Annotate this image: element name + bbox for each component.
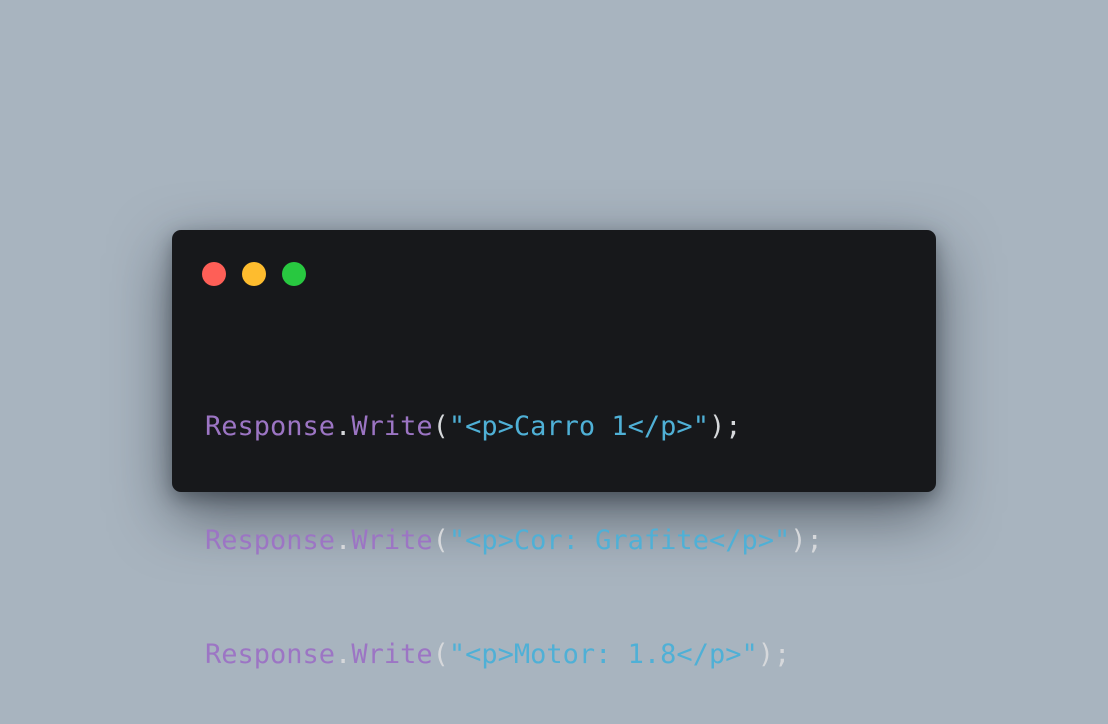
- code-string: "<p>Motor: 1.8</p>": [448, 639, 758, 670]
- code-block: Response.Write("<p>Carro 1</p>"); Respon…: [205, 332, 823, 724]
- code-open-paren: (: [432, 639, 449, 670]
- code-object: Response: [205, 639, 336, 670]
- code-close: );: [757, 639, 791, 670]
- close-dot-icon[interactable]: [202, 262, 226, 286]
- code-close: );: [708, 411, 742, 442]
- code-string: "<p>Carro 1</p>": [448, 411, 709, 442]
- code-close: );: [790, 525, 823, 556]
- minimize-dot-icon[interactable]: [242, 262, 266, 286]
- code-dot: .: [335, 411, 352, 442]
- code-dot: .: [335, 525, 352, 556]
- code-object: Response: [205, 411, 336, 442]
- code-method: Write: [351, 411, 433, 442]
- code-window: Response.Write("<p>Carro 1</p>"); Respon…: [172, 230, 936, 670]
- code-line: Response.Write("<p>Motor: 1.8</p>");: [205, 636, 823, 674]
- code-method: Write: [351, 639, 433, 670]
- code-line: Response.Write("<p>Carro 1</p>");: [205, 408, 823, 446]
- code-dot: .: [335, 639, 352, 670]
- window-controls: [202, 262, 306, 286]
- code-line: Response.Write("<p>Cor: Grafite</p>");: [205, 522, 823, 560]
- code-object: Response: [205, 525, 336, 556]
- code-open-paren: (: [432, 411, 449, 442]
- code-open-paren: (: [432, 525, 449, 556]
- code-string: "<p>Cor: Grafite</p>": [448, 525, 791, 556]
- maximize-dot-icon[interactable]: [282, 262, 306, 286]
- code-method: Write: [351, 525, 433, 556]
